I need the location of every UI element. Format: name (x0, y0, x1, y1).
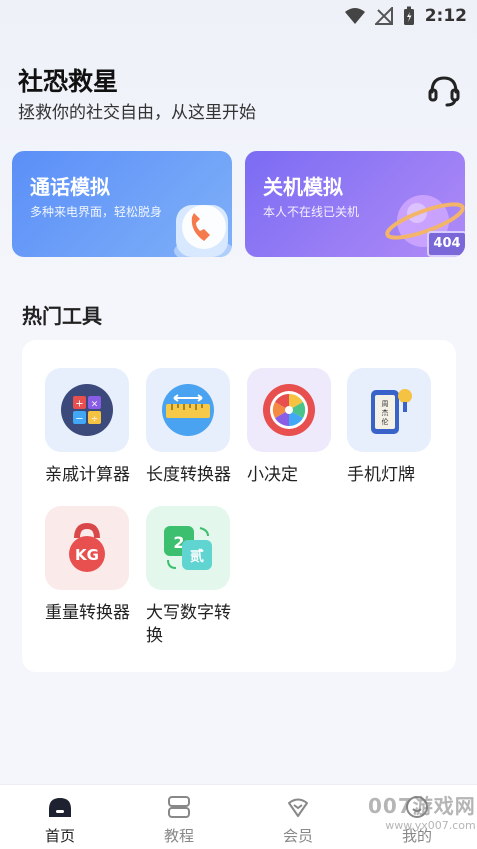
tool-weight-converter[interactable]: KG 重量转换器 (45, 506, 141, 625)
headset-icon (428, 76, 460, 107)
status-time: 2:12 (424, 6, 467, 26)
shutdown-simulation-card[interactable]: 关机模拟 本人不在线已关机 404 (245, 151, 465, 257)
svg-text:×: × (91, 400, 99, 410)
tool-label: 重量转换器 (45, 603, 130, 623)
svg-text:−: − (75, 414, 83, 425)
ruler-icon (146, 368, 230, 452)
tool-label: 大写数字转换 (146, 603, 231, 646)
status-bar: 2:12 (0, 0, 477, 34)
tools-panel: + × − ÷ 亲戚计算器 长度转换器 小决定 周 杰 伦 手机灯牌 KG 重量… (22, 340, 456, 672)
tool-small-decision[interactable]: 小决定 (247, 368, 343, 487)
number-convert-icon: 2 贰 (146, 506, 230, 590)
tab-tutorial[interactable]: 教程 (139, 793, 219, 846)
tool-label: 亲戚计算器 (45, 465, 130, 485)
svg-text:杰: 杰 (382, 408, 389, 417)
svg-text:÷: ÷ (91, 415, 99, 425)
tab-label: 首页 (44, 827, 75, 845)
tool-label: 长度转换器 (146, 465, 231, 485)
call-simulation-card[interactable]: 通话模拟 多种来电界面，轻松脱身 (12, 151, 232, 257)
call-simulation-title: 通话模拟 (30, 175, 110, 199)
tool-label: 小决定 (247, 465, 298, 485)
tool-length-converter[interactable]: 长度转换器 (146, 368, 242, 487)
home-icon (49, 798, 71, 817)
watermark: 007游戏网 www.yx007.com (368, 790, 476, 832)
tab-label: 教程 (163, 827, 194, 845)
svg-text:KG: KG (75, 546, 99, 564)
tab-membership[interactable]: 会员 (258, 793, 338, 846)
book-icon (168, 796, 190, 818)
calculator-icon: + × − ÷ (45, 368, 129, 452)
svg-text:贰: 贰 (190, 548, 204, 565)
tab-home[interactable]: 首页 (20, 793, 100, 846)
wheel-icon (247, 368, 331, 452)
tool-relative-calculator[interactable]: + × − ÷ 亲戚计算器 (45, 368, 141, 487)
hot-tools-title: 热门工具 (22, 304, 102, 328)
watermark-text: 007游戏网 (368, 794, 476, 818)
svg-text:伦: 伦 (382, 417, 389, 426)
page-title: 社恐救星 (18, 67, 119, 96)
call-simulation-desc: 多种来电界面，轻松脱身 (30, 205, 163, 219)
tool-label: 手机灯牌 (347, 465, 415, 485)
watermark-url: www.yx007.com (385, 819, 476, 832)
tool-uppercase-number-converter[interactable]: 2 贰 大写数字转换 (146, 506, 242, 648)
kettlebell-icon: KG (45, 506, 129, 590)
404-badge: 404 (427, 231, 465, 257)
page-subtitle: 拯救你的社交自由，从这里开始 (18, 103, 256, 123)
phone-lightboard-icon: 周 杰 伦 (347, 368, 431, 452)
tool-phone-lightboard[interactable]: 周 杰 伦 手机灯牌 (347, 368, 443, 487)
status-icons: 2:12 (344, 6, 467, 26)
shutdown-simulation-title: 关机模拟 (263, 175, 343, 199)
tab-label: 会员 (282, 827, 313, 845)
shutdown-simulation-desc: 本人不在线已关机 (263, 205, 360, 219)
svg-text:+: + (75, 399, 83, 410)
phone-call-icon (174, 205, 232, 257)
svg-text:周: 周 (382, 400, 389, 408)
no-signal-icon (374, 7, 393, 25)
diamond-icon (288, 798, 308, 817)
customer-service-button[interactable] (424, 70, 464, 110)
battery-icon (403, 6, 414, 25)
wifi-icon (344, 8, 365, 24)
